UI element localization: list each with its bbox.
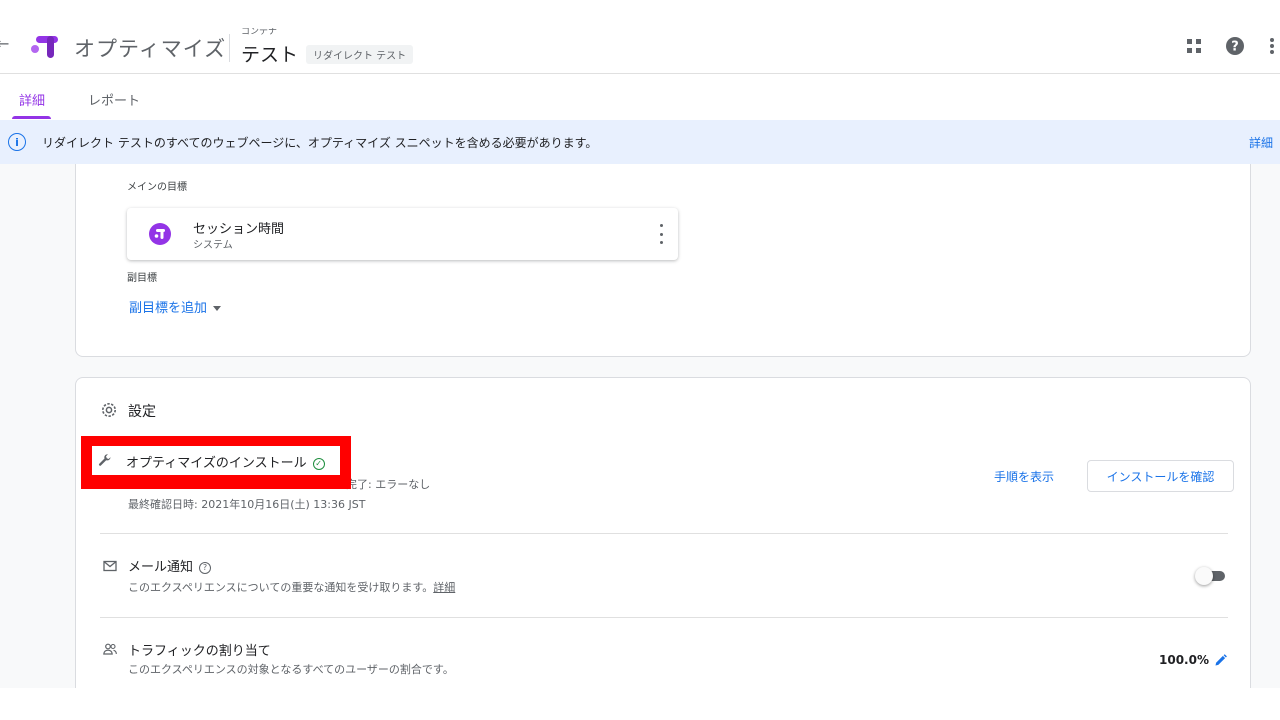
email-notify-title-text: メール通知 <box>128 560 194 575</box>
help-icon[interactable]: ? <box>1225 36 1245 56</box>
highlight-annotation: オプティマイズのインストール ✓ <box>81 436 351 489</box>
gear-icon <box>102 403 116 417</box>
check-circle-icon: ✓ <box>312 458 325 470</box>
caret-down-icon <box>213 306 222 311</box>
traffic-value: 100.0% <box>1159 653 1209 667</box>
install-last-checked: 最終確認日時: 2021年10月16日(土) 13:36 JST <box>128 498 366 511</box>
active-tab-indicator <box>12 116 51 119</box>
email-notify-title: メール通知? <box>128 556 212 575</box>
app-name: オプティマイズ <box>74 37 227 61</box>
verify-install-button[interactable]: インストールを確認 <box>1087 460 1234 492</box>
wrench-icon <box>98 454 111 466</box>
goal-subtitle: システム <box>193 240 233 251</box>
tab-bar: 詳細 レポート <box>0 74 1280 120</box>
settings-title: 設定 <box>128 404 156 420</box>
email-description-text: このエクスペリエンスについての重要な通知を受け取ります。 <box>128 581 434 594</box>
install-title-row: オプティマイズのインストール ✓ <box>92 446 340 475</box>
edit-pencil-icon[interactable] <box>1214 654 1227 667</box>
email-notify-toggle[interactable] <box>1195 567 1227 585</box>
goals-card: メインの目標 セッション時間 システム 副目標 副目標を追加 <box>75 164 1251 357</box>
app-header: ← オプティマイズ コンテナ テスト リダイレクト テスト ? <box>0 0 1280 74</box>
container-label: コンテナ <box>241 28 278 36</box>
experience-type-chip: リダイレクト テスト <box>306 45 414 64</box>
traffic-title: トラフィックの割り当て <box>128 644 271 659</box>
add-secondary-goal-button[interactable]: 副目標を追加 <box>129 297 222 316</box>
goal-optimize-icon <box>149 223 171 245</box>
arrow-back-icon[interactable]: ← <box>0 34 9 53</box>
banner-details-link[interactable]: 詳細 <box>1249 134 1273 151</box>
primary-goal-label: メインの目標 <box>127 182 187 193</box>
secondary-goal-label: 副目標 <box>127 273 157 284</box>
row-divider <box>100 533 1228 534</box>
email-details-link[interactable]: 詳細 <box>433 581 455 594</box>
help-circle-icon[interactable]: ? <box>199 562 212 574</box>
svg-text:?: ? <box>1231 40 1239 55</box>
mail-icon <box>103 560 117 572</box>
toggle-knob <box>1195 567 1213 585</box>
tab-report[interactable]: レポート <box>88 90 140 109</box>
main-content: メインの目標 セッション時間 システム 副目標 副目標を追加 設定 完了: エラ… <box>0 164 1280 688</box>
install-status: 完了: エラーなし <box>346 478 431 491</box>
info-banner: i リダイレクト テストのすべてのウェブページに、オプティマイズ スニペットを含… <box>0 120 1280 164</box>
tab-details[interactable]: 詳細 <box>19 90 45 109</box>
email-notify-description: このエクスペリエンスについての重要な通知を受け取ります。詳細 <box>128 579 455 595</box>
header-divider <box>229 34 230 62</box>
banner-text: リダイレクト テストのすべてのウェブページに、オプティマイズ スニペットを含める… <box>42 136 598 150</box>
install-title: オプティマイズのインストール ✓ <box>126 452 325 471</box>
traffic-description: このエクスペリエンスの対象となるすべてのユーザーの割合です。 <box>128 663 454 676</box>
show-steps-link[interactable]: 手順を表示 <box>994 468 1054 485</box>
row-divider <box>100 617 1228 618</box>
experience-name: テスト <box>241 44 299 66</box>
apps-grid-icon[interactable] <box>1184 36 1204 56</box>
goal-more-icon[interactable] <box>658 224 664 244</box>
more-vert-icon[interactable] <box>1262 36 1280 56</box>
add-secondary-label: 副目標を追加 <box>129 301 208 316</box>
install-title-text: オプティマイズのインストール <box>126 456 307 471</box>
people-icon <box>103 643 117 655</box>
optimize-logo-icon <box>31 36 58 58</box>
primary-goal-item[interactable]: セッション時間 システム <box>127 208 678 260</box>
settings-card: 設定 完了: エラーなし 最終確認日時: 2021年10月16日(土) 13:3… <box>75 377 1251 688</box>
goal-title: セッション時間 <box>193 222 285 237</box>
info-icon: i <box>8 133 26 151</box>
